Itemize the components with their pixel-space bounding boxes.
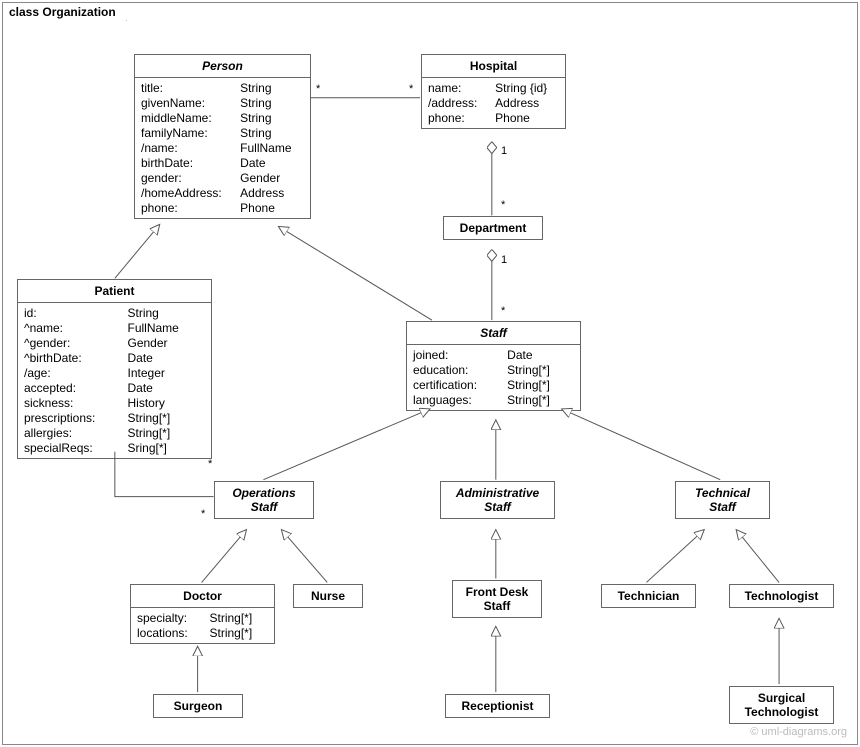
mult: 1 — [501, 254, 507, 266]
class-title: Technologist — [730, 585, 833, 607]
mult: * — [409, 83, 413, 95]
diagram-frame: class Organization Person title:String g… — [2, 2, 858, 745]
class-receptionist: Receptionist — [445, 694, 550, 718]
class-title: Receptionist — [446, 695, 549, 717]
mult: * — [501, 305, 505, 317]
class-title: Surgeon — [154, 695, 242, 717]
mult: * — [316, 83, 320, 95]
class-title: Nurse — [294, 585, 362, 607]
class-attrs: name:String {id} /address:Address phone:… — [422, 78, 565, 128]
gen-staff-person — [278, 226, 432, 320]
class-administrative-staff: AdministrativeStaff — [440, 481, 555, 519]
class-attrs: title:String givenName:String middleName… — [135, 78, 310, 218]
frame-title: class Organization — [2, 2, 127, 21]
class-doctor: Doctor specialty:String[*] locations:Str… — [130, 584, 275, 644]
class-title: Staff — [407, 322, 580, 345]
class-operations-staff: OperationsStaff — [214, 481, 314, 519]
gen-tech-staff — [562, 409, 721, 480]
gen-doctor-ops — [202, 530, 247, 583]
gen-patient-person — [115, 224, 160, 278]
class-title: OperationsStaff — [215, 482, 313, 518]
mult: * — [201, 508, 205, 520]
gen-ops-staff — [263, 409, 430, 480]
class-technical-staff: TechnicalStaff — [675, 481, 770, 519]
class-title: Doctor — [131, 585, 274, 608]
class-patient: Patient id:String ^name:FullName ^gender… — [17, 279, 212, 459]
class-technician: Technician — [601, 584, 696, 608]
gen-technician-tech — [646, 530, 704, 583]
class-department: Department — [443, 216, 543, 240]
class-title: Technician — [602, 585, 695, 607]
mult: 1 — [501, 145, 507, 157]
watermark: © uml-diagrams.org — [750, 726, 847, 738]
class-title: Patient — [18, 280, 211, 303]
class-title: SurgicalTechnologist — [730, 687, 833, 723]
class-title: Person — [135, 55, 310, 78]
class-title: TechnicalStaff — [676, 482, 769, 518]
class-attrs: specialty:String[*] locations:String[*] — [131, 608, 274, 643]
class-title: Front DeskStaff — [453, 581, 541, 617]
class-hospital: Hospital name:String {id} /address:Addre… — [421, 54, 566, 129]
class-nurse: Nurse — [293, 584, 363, 608]
class-surgical-technologist: SurgicalTechnologist — [729, 686, 834, 724]
class-person: Person title:String givenName:String mid… — [134, 54, 311, 219]
class-surgeon: Surgeon — [153, 694, 243, 718]
mult: * — [501, 199, 505, 211]
class-attrs: id:String ^name:FullName ^gender:Gender … — [18, 303, 211, 458]
class-front-desk-staff: Front DeskStaff — [452, 580, 542, 618]
class-title: Hospital — [422, 55, 565, 78]
gen-nurse-ops — [281, 530, 327, 583]
class-title: AdministrativeStaff — [441, 482, 554, 518]
mult: * — [208, 458, 212, 470]
class-attrs: joined:Date education:String[*] certific… — [407, 345, 580, 410]
class-technologist: Technologist — [729, 584, 834, 608]
gen-technologist-tech — [736, 530, 779, 583]
class-staff: Staff joined:Date education:String[*] ce… — [406, 321, 581, 411]
class-title: Department — [444, 217, 542, 239]
